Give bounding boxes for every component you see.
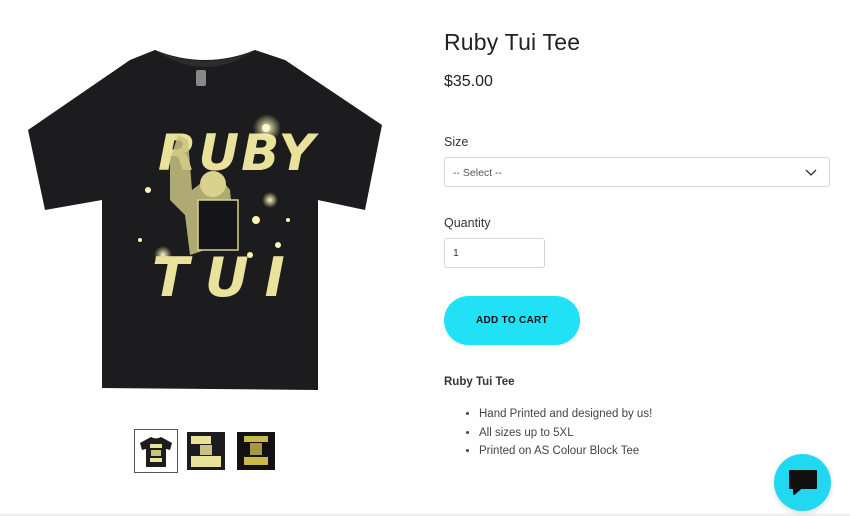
size-label: Size (444, 135, 469, 149)
thumbnail-closeup-2[interactable] (234, 429, 278, 473)
thumbnail-closeup-1[interactable] (184, 429, 228, 473)
product-price: $35.00 (444, 73, 493, 90)
description-title: Ruby Tui Tee (444, 376, 515, 388)
neck-tag (196, 70, 206, 86)
bottom-edge-shadow (0, 512, 850, 516)
thumbnail-closeup-2-image (237, 432, 275, 470)
feature-list: Hand Printed and designed by us! All siz… (444, 405, 652, 461)
size-select-value: -- Select -- (453, 167, 503, 179)
thumbnail-closeup-1-image (187, 432, 225, 470)
product-main-image[interactable]: RUBY TUI (20, 40, 390, 395)
player-jersey (197, 199, 239, 251)
thumbnail-strip (134, 429, 278, 473)
quantity-input[interactable] (444, 238, 545, 268)
feature-item: All sizes up to 5XL (479, 424, 652, 443)
product-title: Ruby Tui Tee (444, 29, 581, 55)
quantity-label: Quantity (444, 216, 491, 230)
thumbnail-front-image (140, 437, 172, 467)
size-select[interactable]: -- Select -- (444, 157, 830, 187)
add-to-cart-button[interactable]: ADD TO CART (444, 296, 580, 345)
chat-button[interactable] (774, 454, 831, 511)
chat-bubble-icon (788, 469, 817, 495)
feature-item: Printed on AS Colour Block Tee (479, 442, 652, 461)
print-word-tui: TUI (152, 246, 301, 309)
chevron-down-icon (805, 169, 817, 176)
feature-item: Hand Printed and designed by us! (479, 405, 652, 424)
thumbnail-front[interactable] (134, 429, 178, 473)
player-head (200, 171, 226, 197)
tshirt-image: RUBY TUI (28, 50, 382, 390)
